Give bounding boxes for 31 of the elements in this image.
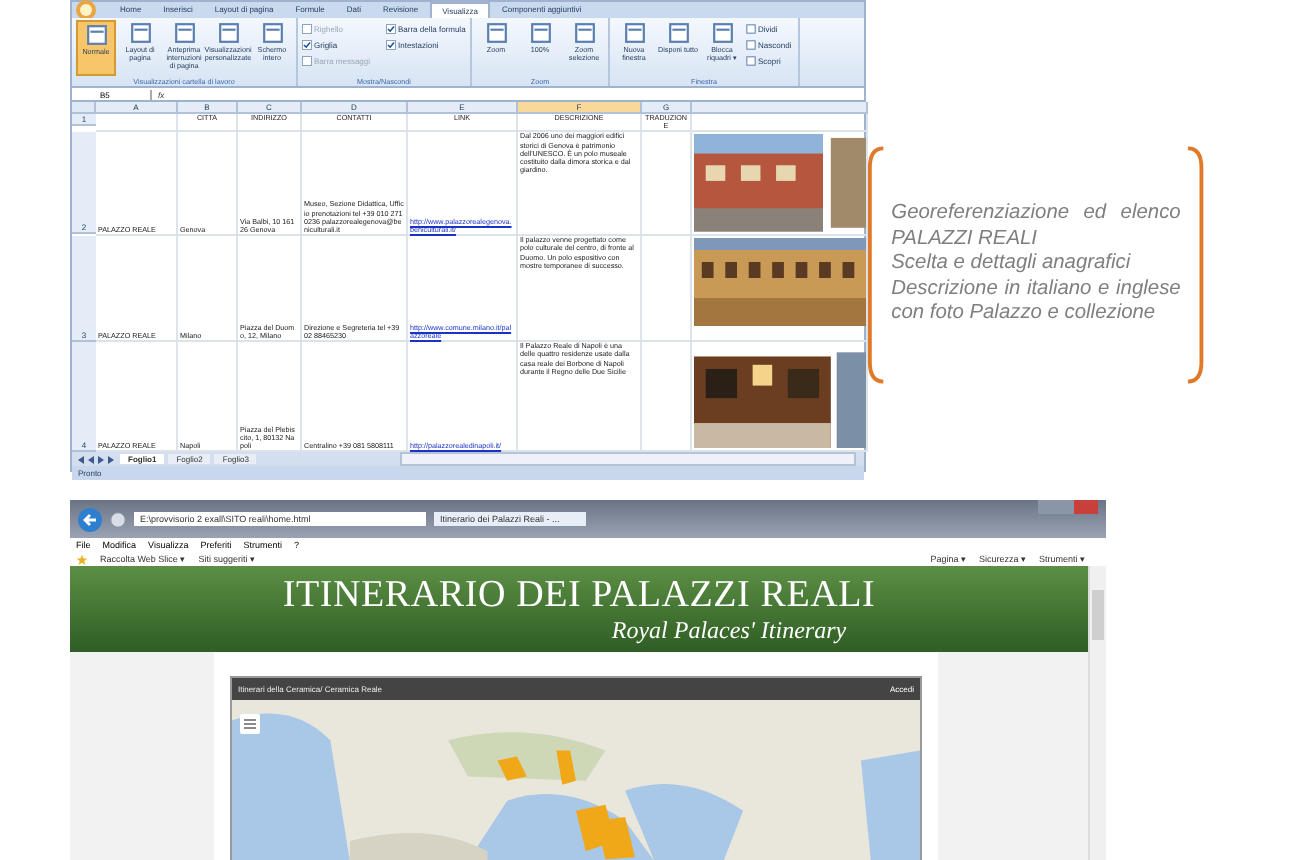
star-icon[interactable] <box>76 553 88 565</box>
sheet-navigation-icon[interactable] <box>76 453 116 466</box>
document-icon <box>85 24 107 46</box>
checkbox[interactable] <box>386 23 396 33</box>
document-icon <box>173 22 195 44</box>
list-icon[interactable] <box>240 714 260 735</box>
back-icon[interactable] <box>78 507 102 531</box>
scrollbar[interactable] <box>1088 566 1106 860</box>
document-icon <box>667 22 689 44</box>
document-icon <box>623 22 645 44</box>
column-header[interactable] <box>692 102 868 114</box>
checkbox[interactable] <box>386 39 396 49</box>
site-subtitle: Royal Palaces' Itinerary <box>611 616 847 645</box>
forward-icon[interactable] <box>110 511 126 527</box>
document-icon <box>711 22 733 44</box>
document-icon <box>217 22 239 44</box>
annotation-text: Georeferenziazione ed elenco PALAZZI REALI <box>891 202 1181 253</box>
checkbox[interactable] <box>302 39 312 49</box>
document-icon <box>261 22 283 44</box>
scrollbar[interactable] <box>400 452 856 467</box>
bracket-icon <box>1186 140 1206 390</box>
site-title: ITINERARIO DEI PALAZZI REALI <box>282 574 876 617</box>
document-icon <box>529 22 551 44</box>
document-icon <box>485 22 507 44</box>
annotation-text: Scelta e dettagli anagrafici <box>891 252 1133 278</box>
document-icon <box>129 22 151 44</box>
empty-cell <box>96 114 178 133</box>
window-controls-icon[interactable] <box>1038 500 1098 516</box>
document-icon <box>573 22 595 44</box>
select-all-button[interactable] <box>72 102 96 114</box>
annotation-text: Descrizione in italiano e inglese con foto Palazzo e collezione <box>891 277 1181 328</box>
